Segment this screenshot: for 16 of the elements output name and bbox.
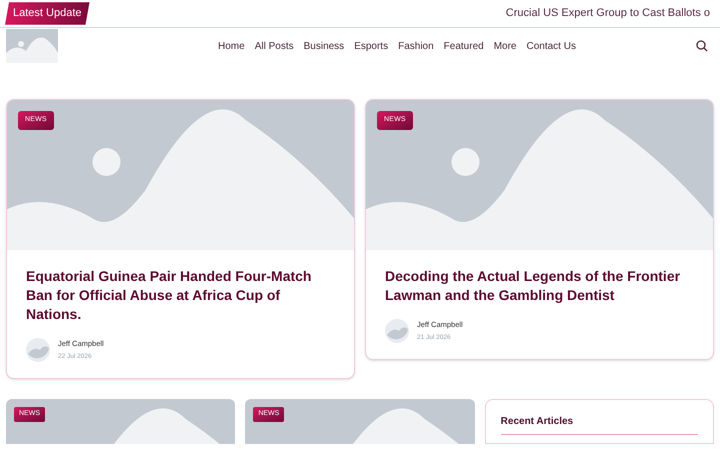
- avatar: [26, 338, 50, 362]
- post-title[interactable]: Equatorial Guinea Pair Handed Four-Match Ban for Official Abuse at Africa Cup of Nations.: [26, 267, 335, 324]
- nav-link[interactable]: Esports: [354, 38, 388, 54]
- search-icon[interactable]: [696, 40, 708, 52]
- nav-link[interactable]: Home: [218, 38, 245, 54]
- nav-link[interactable]: All Posts: [254, 38, 294, 54]
- nav-link[interactable]: Business: [304, 38, 344, 54]
- news-ticker[interactable]: Crucial US Expert Group to Cast Ballots o: [506, 5, 710, 22]
- latest-update-label: Latest Update: [5, 2, 90, 25]
- post-title[interactable]: Decoding the Actual Legends of the Frontier Lawman and the Gambling Dentist: [385, 267, 694, 305]
- nav-link[interactable]: More: [494, 38, 516, 54]
- nav-link[interactable]: Fashion: [398, 38, 434, 54]
- avatar: [385, 319, 409, 343]
- sidebar-title: Recent Articles: [500, 414, 698, 435]
- nav-link[interactable]: Contact Us: [526, 38, 576, 54]
- nav-link[interactable]: Featured: [444, 38, 484, 54]
